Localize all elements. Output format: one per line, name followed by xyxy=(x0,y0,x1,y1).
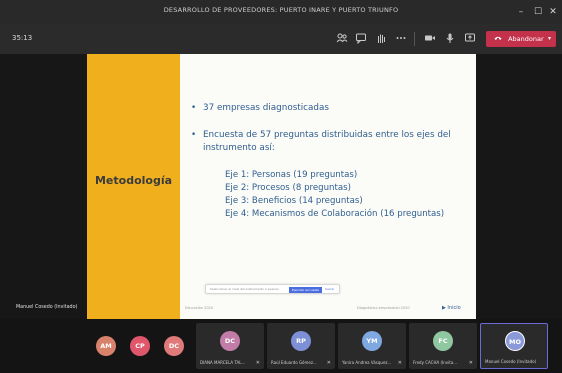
microphone-icon[interactable] xyxy=(443,32,457,46)
prompt-text: Seleccionar el nivel del instrumento a e… xyxy=(210,287,279,291)
maximize-button[interactable]: ☐ xyxy=(531,5,545,19)
participant-tile[interactable]: RP Raúl Eduardo Gómez... ✕ xyxy=(267,323,335,369)
avatar-initials: FC xyxy=(438,337,448,345)
participant-avatar[interactable]: CP xyxy=(130,336,150,356)
slide-footer-left: Educación 2020 xyxy=(185,306,213,310)
toolbar-divider xyxy=(414,32,415,46)
axis-item: Eje 2: Procesos (8 preguntas) xyxy=(225,183,351,193)
slide-section-title: Metodología xyxy=(94,174,173,187)
window-title: DESARROLLO DE PROVEEDORES: PUERTO INARE … xyxy=(163,6,399,14)
share-screen-icon[interactable] xyxy=(463,32,477,46)
close-button[interactable]: ✕ xyxy=(546,5,560,19)
avatar-initials: RP xyxy=(296,337,306,345)
participant-avatar[interactable]: DC xyxy=(164,336,184,356)
chevron-down-icon[interactable]: ▾ xyxy=(548,31,551,47)
participant-tile[interactable]: DC DIANA MARCELA TAL... ✕ xyxy=(196,323,264,369)
slide-content: 37 empresas diagnosticadas Encuesta de 5… xyxy=(191,102,476,221)
avatar-initials: DC xyxy=(224,337,236,345)
participant-avatar: RP xyxy=(291,331,311,351)
avatar-initials: AM xyxy=(100,342,112,350)
shared-content-stage: Metodología 37 empresas diagnosticadas E… xyxy=(0,54,562,319)
leave-button-label: Abandonar xyxy=(508,35,544,43)
avatar-initials: YM xyxy=(366,337,378,345)
slide-bullet: 37 empresas diagnosticadas xyxy=(191,102,476,115)
participant-name: Manuel Cosedo (Invitado) xyxy=(485,359,537,364)
presenter-name: Manuel Cosedo (Invitado) xyxy=(16,305,78,310)
mic-muted-icon: ✕ xyxy=(468,360,473,366)
participant-tile[interactable]: FC Fredy CACHA (Invita... ✕ xyxy=(409,323,477,369)
participant-name: Fredy CACHA (Invita... xyxy=(413,360,458,365)
slide-home-link[interactable]: ▶ Inicio xyxy=(442,305,461,311)
mic-muted-icon: ✕ xyxy=(397,360,402,366)
axes-list: Eje 1: Personas (19 preguntas) Eje 2: Pr… xyxy=(191,169,476,221)
participant-name: Yanira Andrea Vásquez... xyxy=(342,360,392,365)
participants-icon[interactable] xyxy=(335,32,349,46)
participant-tile-self[interactable]: MO Manuel Cosedo (Invitado) xyxy=(480,323,548,369)
avatar-initials: DC xyxy=(168,342,180,350)
axis-item: Eje 1: Personas (19 preguntas) xyxy=(225,170,358,180)
camera-icon[interactable] xyxy=(423,32,437,46)
more-options-icon[interactable] xyxy=(394,32,408,46)
chat-icon[interactable] xyxy=(354,32,368,46)
participant-avatar[interactable]: AM xyxy=(96,336,116,356)
mic-muted-icon: ✕ xyxy=(255,360,260,366)
mic-muted-icon: ✕ xyxy=(326,360,331,366)
participant-avatar: DC xyxy=(220,331,240,351)
avatar-initials: CP xyxy=(135,342,145,350)
participant-name: DIANA MARCELA TAL... xyxy=(200,360,246,365)
participant-tile[interactable]: YM Yanira Andrea Vásquez... ✕ xyxy=(338,323,406,369)
slide-bullet: Encuesta de 57 preguntas distribuidas en… xyxy=(191,129,476,155)
prompt-close-link[interactable]: Cerrar xyxy=(325,287,334,291)
raise-hand-icon[interactable] xyxy=(374,32,388,46)
participant-name: Raúl Eduardo Gómez... xyxy=(271,360,317,365)
axis-item: Eje 4: Mecanismos de Colaboración (16 pr… xyxy=(225,209,445,219)
meeting-timer: 35:13 xyxy=(12,34,33,42)
slide-prompt-bar: Seleccionar el nivel del instrumento a e… xyxy=(205,284,340,294)
minimize-button[interactable]: – xyxy=(514,5,528,19)
participant-avatar: FC xyxy=(433,331,453,351)
avatar-initials: MO xyxy=(509,338,521,346)
slide-footer-mid: Diagnóstico empresarial 2020 xyxy=(357,306,410,310)
window-titlebar: DESARROLLO DE PROVEEDORES: PUERTO INARE … xyxy=(0,0,562,24)
phone-icon xyxy=(494,31,502,47)
participant-avatar: YM xyxy=(362,331,382,351)
presentation-slide: Metodología 37 empresas diagnosticadas E… xyxy=(87,54,476,319)
axis-item: Eje 3: Beneficios (14 preguntas) xyxy=(225,196,363,206)
meeting-toolbar: 35:13 Abandonar ▾ xyxy=(0,24,562,54)
prompt-action-button[interactable]: Ejecutar encuesta xyxy=(289,287,322,293)
participant-avatar: MO xyxy=(505,331,525,351)
leave-button[interactable]: Abandonar ▾ xyxy=(486,31,556,47)
participant-strip: AM CP DC DC DIANA MARCELA TAL... ✕ RP Ra… xyxy=(0,319,562,373)
